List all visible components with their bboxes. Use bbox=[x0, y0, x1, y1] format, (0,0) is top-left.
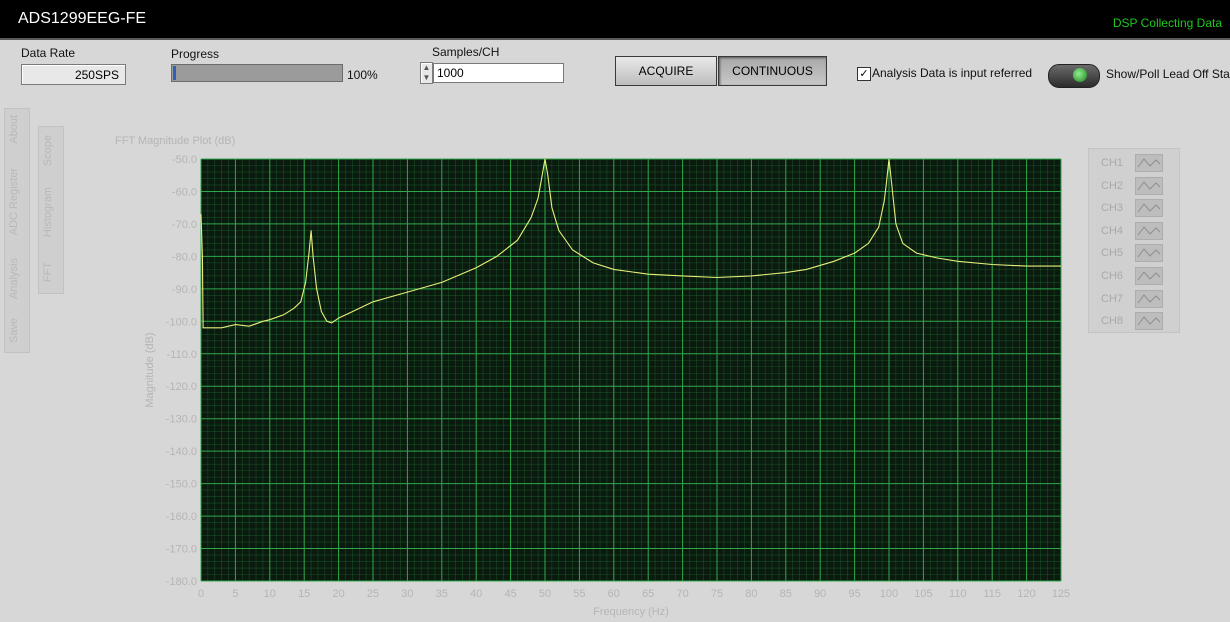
y-tick-label: -50.0 bbox=[172, 154, 197, 166]
x-tick-label: 115 bbox=[983, 588, 1001, 600]
x-tick-label: 0 bbox=[198, 588, 204, 600]
y-tick-label: -170.0 bbox=[166, 544, 197, 556]
x-tick-label: 5 bbox=[232, 588, 238, 600]
progress-value: 100% bbox=[347, 68, 378, 82]
y-tick-label: -130.0 bbox=[166, 414, 197, 426]
x-tick-label: 60 bbox=[608, 588, 620, 600]
x-tick-label: 95 bbox=[848, 588, 860, 600]
y-tick-label: -60.0 bbox=[172, 186, 197, 198]
progress-fill bbox=[173, 66, 176, 80]
y-tick-label: -140.0 bbox=[166, 446, 197, 458]
tab-scope[interactable]: Scope bbox=[42, 135, 54, 166]
legend-item-ch1[interactable]: CH1 bbox=[1101, 153, 1177, 173]
tab-about[interactable]: About bbox=[8, 115, 20, 144]
channel-legend: CH1 CH2 CH3 CH4 CH5 CH6 CH7 CH8 bbox=[1088, 148, 1180, 333]
x-tick-label: 125 bbox=[1052, 588, 1070, 600]
x-tick-label: 30 bbox=[401, 588, 413, 600]
x-tick-label: 75 bbox=[711, 588, 723, 600]
x-tick-label: 100 bbox=[880, 588, 898, 600]
tab-histogram[interactable]: Histogram bbox=[42, 187, 54, 237]
tab-adc-register[interactable]: ADC Register bbox=[8, 168, 20, 235]
y-tick-label: -100.0 bbox=[166, 316, 197, 328]
y-tick-label: -150.0 bbox=[166, 479, 197, 491]
legend-label: CH3 bbox=[1101, 202, 1124, 215]
legend-item-ch6[interactable]: CH6 bbox=[1101, 266, 1177, 286]
legend-swatch-icon bbox=[1135, 176, 1163, 195]
legend-swatch-icon bbox=[1135, 154, 1163, 172]
legend-swatch-icon bbox=[1135, 312, 1163, 331]
legend-item-ch7[interactable]: CH7 bbox=[1101, 289, 1177, 309]
legend-label: CH5 bbox=[1101, 247, 1124, 260]
x-tick-label: 40 bbox=[470, 588, 482, 600]
y-tick-label: -120.0 bbox=[166, 381, 197, 393]
legend-swatch-icon bbox=[1135, 199, 1163, 218]
x-tick-label: 50 bbox=[539, 588, 551, 600]
legend-label: CH6 bbox=[1101, 270, 1124, 282]
plot-area bbox=[201, 159, 1061, 581]
app-title: ADS1299EEG-FE bbox=[18, 10, 147, 27]
x-tick-label: 55 bbox=[573, 588, 585, 600]
y-tick-label: -90.0 bbox=[172, 284, 197, 296]
x-tick-label: 20 bbox=[332, 588, 344, 600]
x-axis-label: Frequency (Hz) bbox=[593, 606, 669, 618]
legend-item-ch5[interactable]: CH5 bbox=[1101, 243, 1177, 263]
y-tick-label: -70.0 bbox=[172, 219, 197, 231]
legend-swatch-icon bbox=[1135, 289, 1163, 308]
samples-label: Samples/CH bbox=[432, 45, 500, 59]
legend-label: CH1 bbox=[1101, 157, 1124, 169]
chart-title: FFT Magnitude Plot (dB) bbox=[115, 135, 235, 147]
x-tick-label: 85 bbox=[780, 588, 792, 600]
tab-save[interactable]: Save bbox=[8, 318, 20, 343]
legend-item-ch8[interactable]: CH8 bbox=[1101, 311, 1177, 331]
x-tick-label: 10 bbox=[264, 588, 276, 600]
x-tick-label: 15 bbox=[298, 588, 310, 600]
samples-stepper[interactable]: ▲ ▼ bbox=[420, 62, 433, 84]
x-tick-label: 110 bbox=[949, 588, 967, 600]
progress-bar bbox=[171, 64, 343, 82]
status-text: DSP Collecting Data bbox=[1112, 16, 1222, 30]
y-tick-label: -180.0 bbox=[166, 576, 197, 588]
x-tick-label: 70 bbox=[676, 588, 688, 600]
analysis-checkbox[interactable]: ✓ bbox=[857, 67, 871, 81]
analysis-checkbox-label: Analysis Data is input referred bbox=[872, 66, 1033, 80]
x-tick-label: 25 bbox=[367, 588, 379, 600]
legend-swatch-icon bbox=[1135, 221, 1163, 240]
x-tick-label: 105 bbox=[914, 588, 932, 600]
x-tick-label: 65 bbox=[642, 588, 654, 600]
toggle-knob-icon bbox=[1073, 68, 1087, 82]
legend-label: CH4 bbox=[1101, 224, 1124, 237]
check-mark-icon: ✓ bbox=[859, 67, 869, 80]
x-tick-label: 80 bbox=[745, 588, 757, 600]
fft-chart-svg: 0 5 10 15 20 25 30 35 40 45 50 55 60 65 70 75 80 85 90 95 10… bbox=[115, 135, 1070, 618]
tab-fft[interactable]: FFT bbox=[42, 262, 54, 282]
progress-label: Progress bbox=[171, 47, 220, 61]
y-axis-label: Magnitude (dB) bbox=[144, 332, 156, 407]
y-tick-label: -160.0 bbox=[166, 511, 197, 523]
legend-swatch-icon bbox=[1135, 244, 1163, 263]
legend-item-ch3[interactable]: CH3 bbox=[1101, 198, 1177, 218]
y-tick-label: -110.0 bbox=[167, 349, 197, 361]
fft-chart: 0 5 10 15 20 25 30 35 40 45 50 55 60 65 70 75 80 85 90 95 10… bbox=[115, 130, 1080, 618]
lead-off-toggle[interactable] bbox=[1048, 64, 1100, 88]
x-tick-label: 45 bbox=[504, 588, 516, 600]
legend-swatch-icon bbox=[1135, 267, 1163, 285]
x-tick-label: 35 bbox=[436, 588, 448, 600]
legend-item-ch4[interactable]: CH4 bbox=[1101, 221, 1177, 241]
y-tick-label: -80.0 bbox=[172, 251, 197, 263]
continuous-button[interactable]: CONTINUOUS bbox=[718, 56, 827, 86]
x-tick-label: 90 bbox=[814, 588, 826, 600]
x-tick-label: 120 bbox=[1017, 588, 1035, 600]
legend-label: CH8 bbox=[1101, 315, 1124, 328]
legend-label: CH7 bbox=[1101, 292, 1124, 305]
title-bar: ADS1299EEG-FE DSP Collecting Data bbox=[0, 0, 1230, 40]
tab-analysis[interactable]: Analysis bbox=[8, 258, 20, 299]
legend-item-ch2[interactable]: CH2 bbox=[1101, 176, 1177, 196]
data-rate-field[interactable]: 250SPS bbox=[21, 64, 126, 85]
acquire-button[interactable]: ACQUIRE bbox=[615, 56, 717, 86]
samples-input[interactable]: 1000 bbox=[433, 63, 564, 83]
legend-label: CH2 bbox=[1101, 179, 1124, 192]
data-rate-label: Data Rate bbox=[21, 46, 76, 60]
lead-off-label: Show/Poll Lead Off Stat bbox=[1106, 67, 1230, 81]
